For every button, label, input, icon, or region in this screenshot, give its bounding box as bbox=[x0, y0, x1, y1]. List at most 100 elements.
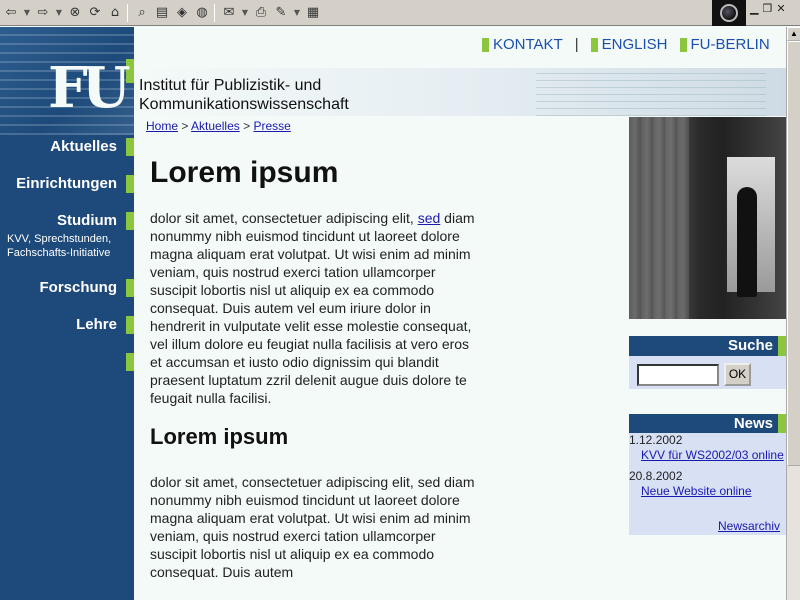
news-box: 1.12.2002 KVV für WS2002/03 online 20.8.… bbox=[629, 433, 786, 535]
green-marker bbox=[778, 414, 786, 434]
sidebar-item-label: Einrichtungen bbox=[16, 175, 117, 192]
search-input[interactable] bbox=[637, 364, 719, 386]
throbber-icon bbox=[720, 4, 738, 22]
sidebar-item-empty bbox=[0, 351, 134, 388]
institute-title-line1: Institut für Publizistik- und bbox=[139, 77, 322, 94]
sidebar-item-label: Studium bbox=[57, 212, 117, 229]
news-box-title: News bbox=[629, 414, 786, 434]
toolbar-separator bbox=[214, 3, 215, 22]
sidebar-item-sublabel: KVV, Sprechstunden, bbox=[7, 233, 112, 245]
news-entry: 20.8.2002 Neue Website online bbox=[629, 469, 786, 499]
breadcrumb: Home > Aktuelles > Presse bbox=[146, 119, 291, 133]
globe-icon[interactable]: ◍ bbox=[193, 3, 211, 23]
vertical-scrollbar[interactable]: ▲ bbox=[786, 27, 800, 600]
breadcrumb-separator: > bbox=[243, 119, 251, 133]
green-marker bbox=[126, 138, 134, 156]
scroll-up-icon[interactable]: ▲ bbox=[787, 27, 800, 41]
edit-dropdown-icon[interactable]: ▼ bbox=[292, 3, 302, 23]
reload-icon[interactable]: ⟳ bbox=[86, 3, 104, 23]
news-date: 1.12.2002 bbox=[629, 433, 683, 447]
news-link[interactable]: KVV für WS2002/03 online bbox=[641, 447, 786, 463]
paragraph-1: dolor sit amet, consectetuer adipiscing … bbox=[150, 209, 480, 407]
newsarchiv-link[interactable]: Newsarchiv bbox=[718, 519, 780, 533]
news-date: 20.8.2002 bbox=[629, 469, 683, 483]
topnav-english[interactable]: ENGLISH bbox=[590, 36, 668, 53]
breadcrumb-aktuelles[interactable]: Aktuelles bbox=[191, 119, 240, 133]
sidebar-item-aktuelles[interactable]: Aktuelles bbox=[0, 136, 134, 173]
section-heading: Lorem ipsum bbox=[150, 424, 289, 449]
search-ok-button[interactable]: OK bbox=[724, 363, 751, 386]
page-title: Lorem ipsum bbox=[150, 156, 339, 189]
sidebar-item-label: Forschung bbox=[39, 279, 118, 296]
forward-dropdown-icon[interactable]: ▼ bbox=[54, 3, 64, 23]
folder-icon[interactable]: ▤ bbox=[153, 3, 171, 23]
inline-link[interactable]: sed bbox=[418, 210, 441, 226]
green-marker bbox=[126, 212, 134, 230]
window-controls: ▁ ❐ ✕ bbox=[750, 2, 786, 15]
topnav-separator: | bbox=[574, 36, 579, 53]
sidebar-nav: Aktuelles Einrichtungen Studium KVV, Spr… bbox=[0, 136, 134, 388]
restore-icon[interactable]: ❐ bbox=[762, 2, 772, 15]
paragraph-2: dolor sit amet, consectetuer adipiscing … bbox=[150, 474, 475, 580]
green-marker bbox=[126, 316, 134, 334]
history-icon[interactable]: ◈ bbox=[173, 3, 191, 23]
browser-toolbar: ⇦ ▼ ⇨ ▼ ⊗ ⟳ ⌂ ⌕ ▤ ◈ ◍ ✉ ▼ ⎙ ✎ ▼ ▦ bbox=[0, 0, 800, 26]
search-title: Suche bbox=[727, 337, 773, 354]
breadcrumb-home[interactable]: Home bbox=[146, 119, 178, 133]
sidebar-item-label: Lehre bbox=[76, 316, 117, 333]
photo-wall bbox=[629, 117, 689, 319]
toolbar-separator bbox=[127, 3, 128, 22]
sidebar-item-sublabel: Fachschafts-Initiative bbox=[7, 247, 111, 259]
green-marker bbox=[778, 336, 786, 356]
green-marker bbox=[126, 279, 134, 297]
header-photo bbox=[629, 117, 786, 319]
sidebar-item-studium[interactable]: Studium KVV, Sprechstunden, Fachschafts-… bbox=[0, 210, 134, 277]
topnav-label: ENGLISH bbox=[601, 36, 668, 53]
topnav-kontakt[interactable]: KONTAKT bbox=[482, 36, 563, 53]
close-icon[interactable]: ✕ bbox=[776, 2, 785, 15]
search-box: OK bbox=[629, 356, 786, 389]
photo-person bbox=[737, 187, 757, 297]
scroll-thumb[interactable] bbox=[787, 41, 800, 466]
green-marker bbox=[679, 37, 687, 52]
green-marker bbox=[482, 37, 489, 52]
topnav-fu-berlin[interactable]: FU-BERLIN bbox=[679, 36, 770, 53]
sidebar-item-lehre[interactable]: Lehre bbox=[0, 314, 134, 351]
mail-dropdown-icon[interactable]: ▼ bbox=[240, 3, 250, 23]
news-entry: 1.12.2002 KVV für WS2002/03 online bbox=[629, 433, 786, 463]
browser-throbber bbox=[712, 0, 746, 26]
paragraph-text: diam nonummy nibh euismod tincidunt ut l… bbox=[150, 210, 475, 406]
top-nav: KONTAKT | ENGLISH FU-BERLIN bbox=[482, 36, 770, 53]
sidebar-item-forschung[interactable]: Forschung bbox=[0, 277, 134, 314]
paragraph-text: dolor sit amet, consectetuer adipiscing … bbox=[150, 210, 418, 226]
home-icon[interactable]: ⌂ bbox=[106, 3, 124, 23]
print-icon[interactable]: ⎙ bbox=[252, 3, 270, 23]
search-icon[interactable]: ⌕ bbox=[133, 3, 151, 23]
sidebar-item-einrichtungen[interactable]: Einrichtungen bbox=[0, 173, 134, 210]
edit-icon[interactable]: ✎ bbox=[272, 3, 290, 23]
back-dropdown-icon[interactable]: ▼ bbox=[22, 3, 32, 23]
news-link[interactable]: Neue Website online bbox=[641, 483, 786, 499]
forward-icon[interactable]: ⇨ bbox=[34, 3, 52, 23]
stop-icon[interactable]: ⊗ bbox=[66, 3, 84, 23]
mail-icon[interactable]: ✉ bbox=[220, 3, 238, 23]
topnav-label: FU-BERLIN bbox=[690, 36, 770, 53]
minimize-icon[interactable]: ▁ bbox=[750, 2, 758, 15]
breadcrumb-presse[interactable]: Presse bbox=[253, 119, 290, 133]
logo-accent-bar bbox=[126, 59, 134, 83]
institute-title-line2: Kommunikationswissenschaft bbox=[139, 96, 349, 113]
search-box-title: Suche bbox=[629, 336, 786, 356]
main-content: Lorem ipsum dolor sit amet, consectetuer… bbox=[150, 155, 480, 581]
newspaper-texture bbox=[536, 68, 766, 116]
fu-logo[interactable]: FU bbox=[48, 60, 131, 116]
green-marker bbox=[126, 175, 134, 193]
institute-title: Institut für Publizistik- und Kommunikat… bbox=[139, 76, 349, 114]
breadcrumb-separator: > bbox=[181, 119, 189, 133]
topnav-label: KONTAKT bbox=[493, 36, 563, 53]
green-marker bbox=[590, 37, 598, 52]
page-icon[interactable]: ▦ bbox=[304, 3, 322, 23]
green-marker bbox=[126, 353, 134, 371]
sidebar-item-label: Aktuelles bbox=[50, 138, 117, 155]
news-title: News bbox=[733, 415, 773, 432]
back-icon[interactable]: ⇦ bbox=[2, 3, 20, 23]
